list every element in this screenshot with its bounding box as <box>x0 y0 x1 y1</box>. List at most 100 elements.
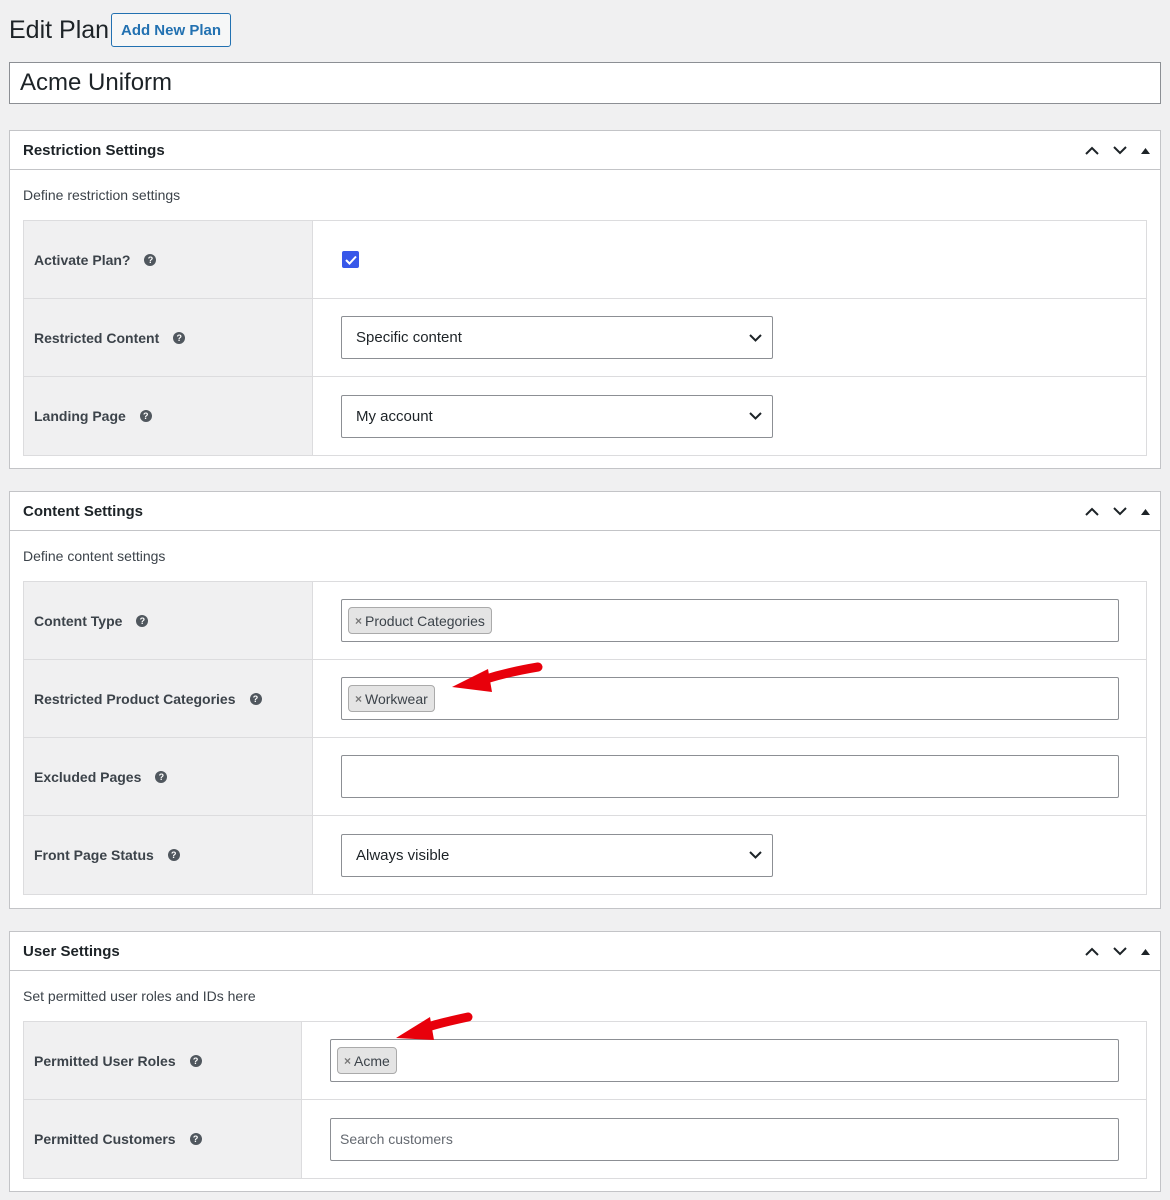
restricted-content-label: Restricted Content <box>34 329 160 346</box>
help-icon[interactable]: ? <box>189 1133 202 1145</box>
settings-row-label: Permitted Customers ? <box>24 1100 302 1178</box>
help-icon[interactable]: ? <box>189 1054 202 1067</box>
content-type-label: Content Type <box>34 612 123 629</box>
help-icon[interactable]: ? <box>136 614 149 627</box>
settings-row-field <box>313 738 1146 815</box>
user-settings-table: Permitted User Roles ? × Acme Permitted … <box>23 1021 1147 1179</box>
activate-plan-label: Activate Plan? <box>34 251 131 268</box>
settings-row-field: × Workwear <box>313 660 1146 737</box>
tag-remove-icon[interactable]: × <box>355 614 362 628</box>
activate-plan-checkbox[interactable] <box>342 251 359 268</box>
restriction-settings-title: Restriction Settings <box>23 141 165 159</box>
content-settings-box: Content Settings Define content settings… <box>9 491 1161 909</box>
restriction-settings-description: Define restriction settings <box>23 187 181 203</box>
move-up-icon[interactable] <box>1080 139 1104 163</box>
landing-page-select[interactable]: My account <box>341 394 773 438</box>
settings-row-field: My account <box>313 377 1146 455</box>
restriction-handle-actions <box>1080 131 1154 170</box>
excluded-pages-tag-input[interactable] <box>341 755 1119 798</box>
settings-row-label: Activate Plan? ? <box>24 221 313 298</box>
user-settings-title: User Settings <box>23 942 120 960</box>
settings-row-field: Always visible <box>313 816 1146 894</box>
tag-label: Product Categories <box>365 612 485 629</box>
collapse-toggle-icon[interactable] <box>1136 139 1154 163</box>
front-page-status-value: Always visible <box>356 846 450 864</box>
move-down-icon[interactable] <box>1108 500 1132 524</box>
settings-row-label: Front Page Status ? <box>24 816 313 894</box>
help-icon[interactable]: ? <box>155 770 168 783</box>
chevron-down-icon <box>749 851 762 859</box>
restricted-content-value: Specific content <box>356 329 462 346</box>
checkmark-icon <box>344 255 357 265</box>
tag-label: Workwear <box>365 690 428 707</box>
front-page-status-label: Front Page Status <box>34 847 154 863</box>
chevron-down-icon <box>749 333 762 342</box>
tag-remove-icon[interactable]: × <box>355 692 362 706</box>
help-icon[interactable]: ? <box>139 410 152 422</box>
landing-page-value: My account <box>356 407 433 425</box>
settings-row-activate-plan: Activate Plan? ? <box>24 221 1146 299</box>
help-icon[interactable]: ? <box>249 692 262 705</box>
restriction-settings-header: Restriction Settings <box>10 131 1160 170</box>
tag-chip: × Workwear <box>348 685 435 712</box>
content-type-tag-input[interactable]: × Product Categories <box>341 599 1119 642</box>
move-down-icon[interactable] <box>1108 139 1132 163</box>
settings-row-label: Permitted User Roles ? <box>24 1022 302 1099</box>
settings-row-landing-page: Landing Page ? My account <box>24 377 1146 455</box>
tag-remove-icon[interactable]: × <box>344 1054 351 1068</box>
settings-row-label: Landing Page ? <box>24 377 313 455</box>
restriction-settings-box: Restriction Settings Define restriction … <box>9 130 1161 469</box>
settings-row-field <box>313 221 1146 298</box>
settings-row-field: × Acme <box>302 1022 1146 1099</box>
move-up-icon[interactable] <box>1080 500 1104 524</box>
user-settings-description: Set permitted user roles and IDs here <box>23 988 256 1004</box>
settings-row-restricted-content: Restricted Content ? Specific content <box>24 299 1146 377</box>
search-customers-input[interactable] <box>330 1117 1119 1161</box>
restricted-categories-tag-input[interactable]: × Workwear <box>341 677 1119 720</box>
settings-row-front-page-status: Front Page Status ? Always visible <box>24 816 1146 894</box>
plan-title-input[interactable] <box>9 62 1161 104</box>
settings-row-label: Content Type ? <box>24 582 313 659</box>
settings-row-label: Restricted Product Categories ? <box>24 660 313 737</box>
permitted-customers-label: Permitted Customers <box>34 1131 176 1147</box>
content-settings-table: Content Type ? × Product Categories Rest… <box>23 581 1147 895</box>
settings-row-label: Excluded Pages ? <box>24 738 313 815</box>
content-handle-actions <box>1080 492 1154 531</box>
tag-chip: × Product Categories <box>348 607 492 634</box>
chevron-down-icon <box>749 412 762 420</box>
settings-row-permitted-user-roles: Permitted User Roles ? × Acme <box>24 1022 1146 1100</box>
user-settings-box: User Settings Set permitted user roles a… <box>9 931 1161 1192</box>
page-title: Edit Plan <box>9 16 110 44</box>
landing-page-label: Landing Page <box>34 408 126 424</box>
settings-row-field <box>302 1100 1146 1178</box>
tag-chip: × Acme <box>337 1047 397 1074</box>
content-settings-header: Content Settings <box>10 492 1160 531</box>
settings-row-restricted-product-categories: Restricted Product Categories ? × Workwe… <box>24 660 1146 738</box>
front-page-status-select[interactable]: Always visible <box>341 833 773 877</box>
restricted-content-select[interactable]: Specific content <box>341 316 773 359</box>
content-settings-description: Define content settings <box>23 548 166 564</box>
restriction-settings-table: Activate Plan? ? Restricted Content ? Sp… <box>23 220 1147 456</box>
user-handle-actions <box>1080 932 1154 971</box>
move-up-icon[interactable] <box>1080 940 1104 964</box>
help-icon[interactable]: ? <box>173 331 186 344</box>
permitted-user-roles-tag-input[interactable]: × Acme <box>330 1039 1119 1082</box>
content-settings-title: Content Settings <box>23 502 143 520</box>
settings-row-field: × Product Categories <box>313 582 1146 659</box>
collapse-toggle-icon[interactable] <box>1136 940 1154 964</box>
settings-row-content-type: Content Type ? × Product Categories <box>24 582 1146 660</box>
tag-label: Acme <box>354 1052 390 1069</box>
collapse-toggle-icon[interactable] <box>1136 500 1154 524</box>
settings-row-permitted-customers: Permitted Customers ? <box>24 1100 1146 1178</box>
excluded-pages-label: Excluded Pages <box>34 768 142 785</box>
restricted-product-categories-label: Restricted Product Categories <box>34 690 236 707</box>
settings-row-label: Restricted Content ? <box>24 299 313 376</box>
permitted-user-roles-label: Permitted User Roles <box>34 1052 176 1069</box>
settings-row-field: Specific content <box>313 299 1146 376</box>
user-settings-header: User Settings <box>10 932 1160 971</box>
help-icon[interactable]: ? <box>167 849 180 861</box>
move-down-icon[interactable] <box>1108 940 1132 964</box>
help-icon[interactable]: ? <box>144 253 157 266</box>
settings-row-excluded-pages: Excluded Pages ? <box>24 738 1146 816</box>
add-new-plan-button[interactable]: Add New Plan <box>111 13 231 47</box>
